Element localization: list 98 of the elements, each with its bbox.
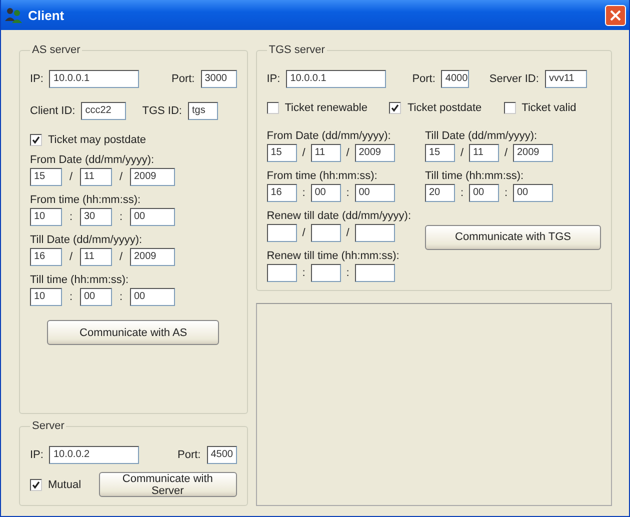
checkbox[interactable]: [504, 102, 516, 114]
input-field[interactable]: 16: [30, 248, 62, 266]
field-label: Port:: [178, 449, 201, 461]
input-field[interactable]: tgs: [188, 102, 218, 120]
checkbox[interactable]: [266, 102, 279, 114]
input-field[interactable]: [310, 224, 341, 242]
input-field[interactable]: 00: [310, 184, 341, 202]
field-label: Port:: [412, 73, 436, 85]
input-field[interactable]: vvv11: [544, 70, 587, 88]
input-field[interactable]: 2009: [130, 248, 175, 266]
input-field[interactable]: [354, 224, 395, 242]
people-icon: [5, 7, 23, 23]
separator: :: [301, 267, 306, 279]
field-label: From Date (dd/mm/yyyy):: [266, 130, 392, 142]
checkbox-label: Ticket postdate: [407, 102, 482, 114]
field-label: From time (hh:mm:ss):: [266, 170, 378, 182]
input-field[interactable]: [266, 264, 297, 282]
input-field[interactable]: 2009: [130, 168, 175, 186]
window-title: Client: [28, 8, 66, 22]
input-field[interactable]: 11: [80, 248, 112, 266]
separator: /: [118, 171, 124, 183]
checkbox-label: Ticket valid: [522, 102, 576, 114]
input-field[interactable]: 3000: [200, 70, 237, 88]
field-label: Till Date (dd/mm/yyyy):: [425, 130, 538, 142]
checkbox-label: Ticket may postdate: [48, 134, 146, 146]
communicate-tgs-button[interactable]: Communicate with TGS: [425, 224, 601, 250]
separator: :: [68, 291, 74, 303]
separator: :: [301, 187, 306, 199]
input-field[interactable]: 00: [513, 184, 553, 202]
input-field[interactable]: 11: [310, 144, 341, 162]
field-label: Server ID:: [489, 73, 539, 85]
input-field[interactable]: 15: [425, 144, 455, 162]
separator: /: [301, 147, 306, 159]
separator: /: [345, 227, 350, 239]
field-label: Till Date (dd/mm/yyyy):: [30, 234, 144, 246]
separator: :: [118, 211, 124, 223]
separator: /: [459, 147, 465, 159]
input-field[interactable]: 10.0.0.1: [286, 70, 386, 88]
separator: :: [118, 291, 124, 303]
input-field[interactable]: [310, 264, 341, 282]
input-field[interactable]: 4000: [441, 70, 470, 88]
checkbox[interactable]: [389, 102, 402, 114]
checkbox[interactable]: [30, 478, 42, 490]
separator: :: [345, 187, 350, 199]
input-field[interactable]: 10.0.0.1: [49, 70, 140, 88]
field-label: Port:: [172, 73, 195, 85]
input-field[interactable]: 16: [266, 184, 297, 202]
separator: /: [345, 147, 350, 159]
checkbox[interactable]: [30, 134, 42, 146]
separator: :: [503, 187, 509, 199]
separator: /: [503, 147, 509, 159]
field-label: Renew till time (hh:mm:ss):: [266, 250, 400, 262]
checkbox-label: Mutual: [48, 478, 82, 490]
input-field[interactable]: 00: [130, 208, 175, 226]
input-field[interactable]: 4500: [206, 446, 237, 464]
field-label: From Date (dd/mm/yyyy):: [30, 154, 156, 166]
group-title: Server: [31, 420, 66, 432]
group-title: AS server: [31, 44, 82, 56]
separator: /: [68, 251, 74, 263]
field-label: Client ID:: [30, 105, 76, 117]
close-button[interactable]: [605, 4, 626, 26]
input-field[interactable]: 00: [130, 288, 175, 306]
input-field[interactable]: 00: [354, 184, 395, 202]
input-field[interactable]: 2009: [354, 144, 395, 162]
input-field[interactable]: [266, 224, 297, 242]
input-field[interactable]: 11: [469, 144, 499, 162]
input-field[interactable]: 2009: [513, 144, 553, 162]
communicate-server-button[interactable]: Communicate with Server: [98, 472, 237, 497]
input-field[interactable]: 20: [425, 184, 455, 202]
input-field[interactable]: ccc22: [81, 102, 126, 120]
input-field[interactable]: 15: [30, 168, 62, 186]
group-title: TGS server: [268, 44, 326, 56]
close-icon: [610, 10, 621, 20]
field-label: Till time (hh:mm:ss):: [425, 170, 525, 182]
field-label: IP:: [30, 73, 44, 85]
field-label: IP:: [30, 449, 44, 461]
field-label: Renew till date (dd/mm/yyyy):: [266, 210, 411, 222]
separator: /: [301, 227, 306, 239]
field-label: Till time (hh:mm:ss):: [30, 274, 130, 286]
separator: :: [68, 211, 74, 223]
input-field[interactable]: 00: [469, 184, 499, 202]
separator: :: [459, 187, 465, 199]
input-field[interactable]: 10: [30, 288, 62, 306]
input-field[interactable]: 00: [80, 288, 112, 306]
field-label: IP:: [266, 73, 280, 85]
input-field[interactable]: 15: [266, 144, 297, 162]
input-field[interactable]: 11: [80, 168, 112, 186]
input-field[interactable]: 10.0.0.2: [49, 446, 140, 464]
checkbox-label: Ticket renewable: [284, 102, 368, 114]
field-label: TGS ID:: [142, 105, 182, 117]
input-field[interactable]: [354, 264, 395, 282]
separator: :: [345, 267, 350, 279]
input-field[interactable]: 10: [30, 208, 62, 226]
field-label: From time (hh:mm:ss):: [30, 194, 142, 206]
communicate-as-button[interactable]: Communicate with AS: [47, 320, 220, 345]
separator: /: [118, 251, 124, 263]
separator: /: [68, 171, 74, 183]
input-field[interactable]: 30: [80, 208, 112, 226]
